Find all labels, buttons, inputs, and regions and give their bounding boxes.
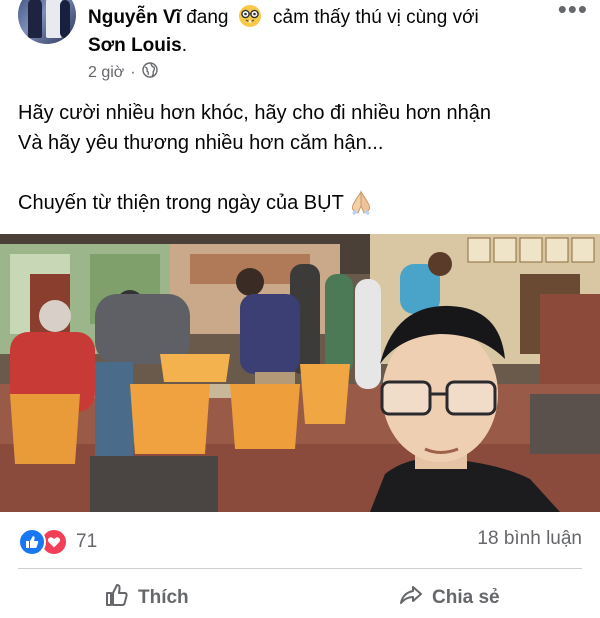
share-arrow-icon (398, 582, 424, 614)
post-photo[interactable] (0, 234, 600, 512)
status-prefix: đang (186, 7, 229, 28)
photo-scene (0, 234, 600, 512)
post-text-line (18, 158, 491, 188)
action-bar: Thích Chia sẻ (0, 578, 600, 618)
post-body: Hãy cười nhiều hơn khóc, hãy cho đi nhiề… (18, 98, 491, 218)
feeling-text: cảm thấy thú vị cùng với (273, 7, 479, 28)
post-time[interactable]: 2 giờ (88, 64, 124, 82)
meta-separator: · (130, 63, 136, 81)
tagged-friend[interactable]: Sơn Louis (88, 35, 182, 56)
tagged-suffix: . (181, 35, 188, 56)
author-name[interactable]: Nguyễn Vĩ (88, 7, 181, 28)
post-text-line: Hãy cười nhiều hơn khóc, hãy cho đi nhiề… (18, 102, 492, 124)
post-text-line: Và hãy yêu thương nhiều hơn căm hận... (18, 132, 384, 154)
share-button[interactable]: Chia sẻ (398, 582, 500, 614)
post-text-line: Chuyến từ thiện trong ngày của BỤT (18, 192, 344, 214)
like-reaction-icon (18, 528, 46, 556)
like-button[interactable]: Thích (104, 582, 189, 614)
tagged-line: Sơn Louis. (88, 34, 187, 58)
comments-count[interactable]: 18 bình luận (477, 528, 582, 550)
more-options-icon[interactable]: ••• (558, 0, 588, 25)
like-label: Thích (138, 587, 189, 608)
folded-hands-icon (348, 189, 374, 224)
post-header: Nguyễn Vĩ đang cảm thấy thú vị cùng với (88, 4, 479, 30)
author-avatar[interactable] (18, 0, 76, 44)
reaction-summary[interactable]: 71 (18, 528, 97, 556)
action-divider (18, 568, 582, 569)
post-text-line-last: Chuyến từ thiện trong ngày của BỤT (18, 188, 491, 218)
nerd-face-icon (238, 4, 262, 28)
reaction-count: 71 (76, 531, 98, 552)
thumbs-up-icon (104, 582, 130, 614)
post-meta: 2 giờ · (88, 62, 158, 83)
share-label: Chia sẻ (432, 587, 500, 608)
globe-icon[interactable] (141, 62, 158, 83)
